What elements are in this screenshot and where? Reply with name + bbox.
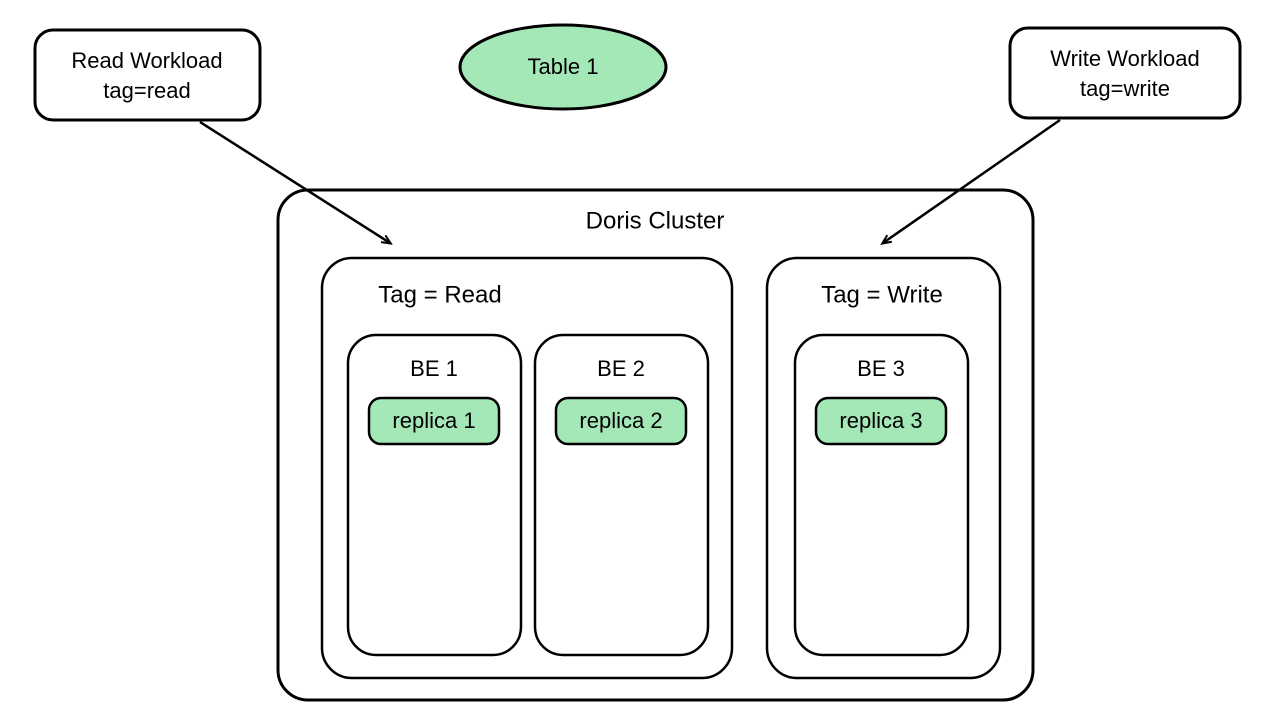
be2-title: BE 2 xyxy=(597,356,645,381)
write-workload-box: Write Workload tag=write xyxy=(1010,28,1240,118)
tag-read-title: Tag = Read xyxy=(378,281,501,308)
doris-cluster-title: Doris Cluster xyxy=(586,207,725,234)
table-label: Table 1 xyxy=(528,54,599,79)
be2-box: BE 2 replica 2 xyxy=(535,335,708,655)
read-workload-box: Read Workload tag=read xyxy=(35,30,260,120)
table-ellipse: Table 1 xyxy=(460,25,666,109)
be1-box: BE 1 replica 1 xyxy=(348,335,521,655)
be3-title: BE 3 xyxy=(857,356,905,381)
read-workload-line1: Read Workload xyxy=(71,48,222,73)
tag-read-box: Tag = Read BE 1 replica 1 BE 2 replica 2 xyxy=(322,258,732,678)
tag-write-box: Tag = Write BE 3 replica 3 xyxy=(767,258,1000,678)
read-workload-line2: tag=read xyxy=(103,78,190,103)
write-workload-line1: Write Workload xyxy=(1050,46,1200,71)
write-workload-line2: tag=write xyxy=(1080,76,1170,101)
arrow-read xyxy=(200,122,390,243)
be3-box: BE 3 replica 3 xyxy=(795,335,968,655)
be1-title: BE 1 xyxy=(410,356,458,381)
replica1-label: replica 1 xyxy=(392,408,475,433)
tag-write-title: Tag = Write xyxy=(821,281,943,308)
doris-cluster-box: Doris Cluster Tag = Read BE 1 replica 1 … xyxy=(278,190,1033,700)
replica3-label: replica 3 xyxy=(839,408,922,433)
replica2-label: replica 2 xyxy=(579,408,662,433)
